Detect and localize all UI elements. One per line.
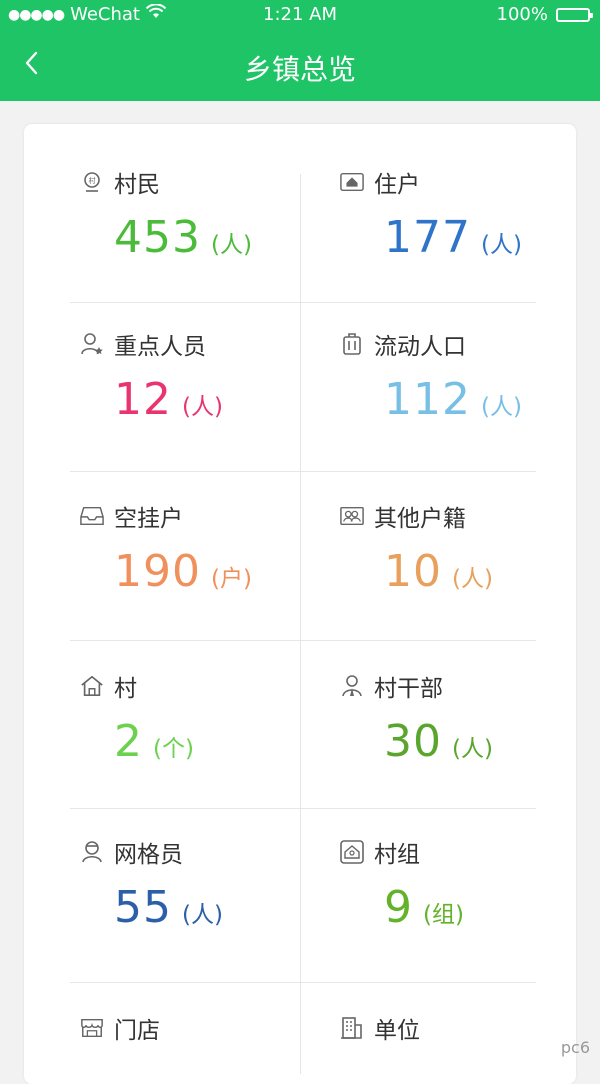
stat-label: 重点人员	[114, 334, 206, 360]
stat-unit: (人)	[182, 394, 223, 420]
stat-value: 190	[114, 546, 201, 597]
stat-label: 村组	[374, 842, 420, 868]
stat-label: 空挂户	[114, 506, 183, 532]
page-title: 乡镇总览	[243, 53, 356, 86]
row-divider	[70, 808, 536, 809]
key-person-icon	[80, 332, 104, 356]
stat-cell[interactable]: 村 2 (个)	[80, 672, 310, 767]
building-icon	[340, 1016, 364, 1040]
villager-icon: 村	[80, 170, 104, 194]
stat-unit: (人)	[452, 566, 493, 592]
stat-cell[interactable]: 流动人口 112 (人)	[340, 330, 570, 425]
stat-label: 门店	[114, 1018, 160, 1044]
stat-label: 住户	[374, 172, 420, 198]
status-bar: ●●●●● WeChat 1:21 AM 100%	[0, 0, 600, 30]
stat-cell[interactable]: 重点人员 12 (人)	[80, 330, 310, 425]
stat-cell[interactable]: 村 村民 453 (人)	[80, 168, 310, 263]
stat-value: 9	[384, 882, 413, 933]
stat-cell[interactable]: 门店	[80, 1014, 310, 1044]
stat-label: 其他户籍	[374, 506, 466, 532]
app-header: ●●●●● WeChat 1:21 AM 100% 乡镇总览	[0, 0, 600, 101]
stat-unit: (组)	[423, 902, 464, 928]
house-icon	[340, 170, 364, 194]
stat-unit: (人)	[182, 902, 223, 928]
stat-unit: (人)	[480, 394, 522, 420]
stat-unit: (户)	[210, 566, 252, 592]
svg-text:村: 村	[89, 176, 96, 185]
stat-cell[interactable]: 住户 177 (人)	[340, 168, 570, 263]
stat-cell[interactable]: 其他户籍 10 (人)	[340, 502, 570, 597]
township-overview-card: 村 村民 453 (人) 住户 177 (人) 重点人员 12 (人) 流动人口 112 (人) 空挂户 1…	[24, 124, 576, 1084]
stat-label: 村干部	[374, 676, 443, 702]
stat-value: 12	[114, 374, 172, 425]
id-card-icon	[340, 504, 364, 528]
stat-label: 单位	[374, 1018, 420, 1044]
inbox-icon	[80, 504, 104, 528]
stat-label: 流动人口	[374, 334, 466, 360]
stat-unit: (人)	[480, 232, 522, 258]
luggage-icon	[340, 332, 364, 356]
stat-value: 453	[114, 212, 201, 263]
stat-label: 村民	[114, 172, 160, 198]
row-divider	[70, 640, 536, 641]
stat-value: 112	[384, 374, 471, 425]
row-divider	[70, 302, 536, 303]
grid-worker-icon	[80, 840, 104, 864]
stat-unit: (人)	[210, 232, 252, 258]
stat-unit: (个)	[153, 736, 194, 762]
store-icon	[80, 1016, 104, 1040]
stat-cell[interactable]: 村组 9 (组)	[340, 838, 570, 933]
stat-cell[interactable]: 空挂户 190 (户)	[80, 502, 310, 597]
column-divider	[300, 174, 301, 1074]
stat-label: 村	[114, 676, 137, 702]
village-home-icon	[80, 674, 104, 698]
stat-cell[interactable]: 单位	[340, 1014, 570, 1044]
stat-value: 30	[384, 716, 442, 767]
stat-label: 网格员	[114, 842, 183, 868]
stat-cell[interactable]: 网格员 55 (人)	[80, 838, 310, 933]
row-divider	[70, 982, 536, 983]
stat-value: 10	[384, 546, 442, 597]
stat-value: 177	[384, 212, 471, 263]
watermark-logo: pc6	[560, 1038, 590, 1057]
battery-icon	[556, 7, 593, 22]
stat-value: 2	[114, 716, 143, 767]
stat-cell[interactable]: 村干部 30 (人)	[340, 672, 570, 767]
row-divider	[70, 471, 536, 472]
battery-percent: 100%	[496, 4, 548, 25]
stat-unit: (人)	[452, 736, 493, 762]
cadre-icon	[340, 674, 364, 698]
village-group-icon	[340, 840, 364, 864]
stat-value: 55	[114, 882, 172, 933]
